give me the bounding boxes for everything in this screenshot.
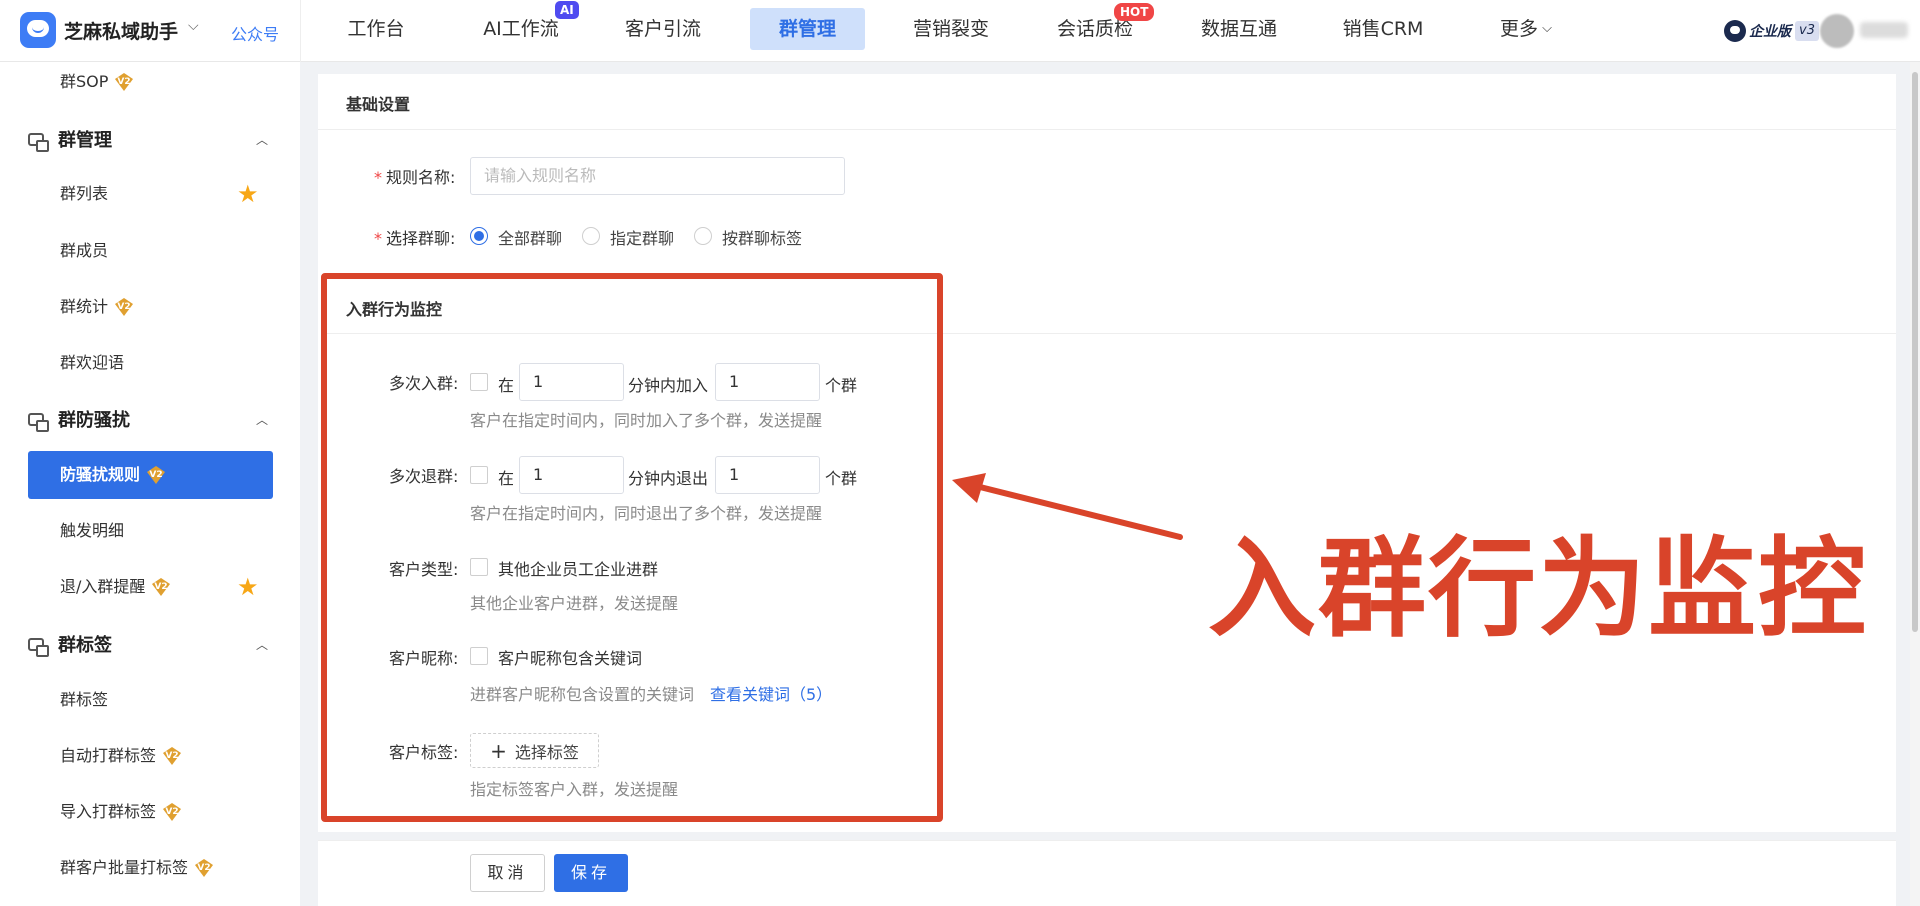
app-name[interactable]: 芝麻私域助手 [64, 17, 178, 44]
group-select-label: * 选择群聊: [374, 225, 455, 249]
sidebar-item-anti-harassment-rules[interactable]: 防骚扰规则 V2 [60, 463, 166, 487]
chevron-down-icon[interactable]: ⌵ [1540, 8, 1554, 50]
v2-badge-icon: V2 [146, 465, 166, 485]
chevron-up-icon[interactable]: ︿ [256, 411, 268, 428]
nav-sales-crm[interactable]: 销售CRM [1340, 8, 1426, 50]
sidebar-item-import-tag[interactable]: 导入打群标签 V2 [60, 800, 182, 824]
annotation-text: 入群行为监控 [1208, 527, 1869, 652]
enterprise-version: v3 [1795, 21, 1819, 41]
section-label: 群管理 [58, 130, 112, 151]
sidebar-item-label: 防骚扰规则 [60, 465, 141, 484]
sidebar-item-batch-tag[interactable]: 群客户批量打标签 V2 [60, 856, 214, 880]
required-marker: * [374, 229, 382, 248]
v2-badge-icon: V2 [114, 72, 134, 92]
radio-label-specific-groups[interactable]: 指定群聊 [610, 225, 674, 249]
star-icon[interactable]: ★ [237, 575, 259, 599]
sidebar-item-label: 群客户批量打标签 [60, 858, 189, 877]
tag-chat-icon [28, 637, 49, 657]
label-text: 选择群聊: [386, 229, 456, 248]
svg-text:V2: V2 [165, 751, 178, 761]
sidebar-item-auto-tag[interactable]: 自动打群标签 V2 [60, 744, 182, 768]
nav-more[interactable]: 更多 [1496, 8, 1542, 50]
v2-badge-icon: V2 [151, 577, 171, 597]
sidebar-item-group-members[interactable]: 群成员 [60, 239, 108, 263]
sidebar-item-label: 触发明细 [60, 521, 125, 540]
section-label: 群标签 [58, 635, 112, 656]
avatar[interactable] [1820, 14, 1854, 48]
nav-marketing-fission[interactable]: 营销裂变 [908, 8, 994, 50]
svg-text:V2: V2 [197, 863, 210, 873]
enterprise-logo-icon [1724, 20, 1746, 42]
v2-badge-icon: V2 [162, 802, 182, 822]
scrollbar[interactable] [1910, 62, 1920, 906]
v2-badge-icon: V2 [114, 297, 134, 317]
ai-badge: AI [555, 1, 579, 19]
required-marker: * [374, 168, 382, 187]
sidebar-item-group-welcome[interactable]: 群欢迎语 [60, 351, 124, 375]
enterprise-badge[interactable]: 企业版 v3 [1724, 19, 1819, 43]
app-logo-icon[interactable] [20, 12, 56, 48]
sidebar-item-label: 群成员 [60, 241, 109, 260]
radio-label-all-groups[interactable]: 全部群聊 [498, 225, 562, 249]
star-icon[interactable]: ★ [237, 182, 259, 206]
sidebar-item-group-tags[interactable]: 群标签 [60, 688, 108, 712]
nav-data-sync[interactable]: 数据互通 [1196, 8, 1282, 50]
divider [300, 0, 301, 62]
chat-icon [28, 132, 49, 152]
sidebar-item-label: 群欢迎语 [60, 353, 125, 372]
sidebar-item-label: 群列表 [60, 184, 109, 203]
sidebar-item-group-sop[interactable]: 群SOP V2 [60, 70, 134, 94]
chevron-down-icon[interactable]: ⌵ [188, 18, 199, 34]
section-title-basic-settings: 基础设置 [346, 95, 411, 114]
sidebar-item-group-stats[interactable]: 群统计 V2 [60, 295, 134, 319]
divider [318, 129, 1896, 130]
nav-group-management[interactable]: 群管理 [750, 8, 865, 50]
label-text: 规则名称: [386, 168, 456, 187]
radio-specific-groups[interactable] [582, 227, 600, 245]
sidebar-section-group-management[interactable]: 群管理 [28, 126, 112, 152]
user-name-blurred[interactable] [1860, 22, 1908, 38]
v2-badge-icon: V2 [162, 746, 182, 766]
nav-ai-workflow[interactable]: AI工作流 [476, 8, 566, 50]
sidebar-item-label: 群标签 [60, 690, 109, 709]
sidebar-item-label: 退/入群提醒 [60, 577, 146, 596]
nav-customer-acquisition[interactable]: 客户引流 [620, 8, 706, 50]
nav-workbench[interactable]: 工作台 [336, 8, 416, 50]
section-label: 群防骚扰 [58, 410, 130, 431]
svg-text:V2: V2 [155, 582, 168, 592]
cancel-button[interactable]: 取消 [470, 854, 545, 892]
svg-text:V2: V2 [118, 77, 131, 87]
sidebar-section-group-tags[interactable]: 群标签 [28, 631, 112, 657]
gzh-link[interactable]: 公众号 [231, 21, 279, 45]
annotation-highlight-box [321, 273, 943, 822]
sidebar-section-anti-harassment[interactable]: 群防骚扰 [28, 406, 130, 432]
v2-badge-icon: V2 [194, 858, 214, 878]
annotation-arrow-icon [952, 473, 1183, 540]
radio-by-group-tag[interactable] [694, 227, 712, 245]
enterprise-label: 企业版 [1749, 24, 1791, 40]
save-button[interactable]: 保存 [554, 854, 628, 892]
chevron-up-icon[interactable]: ︿ [256, 131, 268, 148]
svg-text:V2: V2 [149, 470, 162, 480]
hot-badge: HOT [1114, 3, 1155, 21]
svg-text:V2: V2 [117, 302, 130, 312]
top-bar: 芝麻私域助手 ⌵ 公众号 工作台 AI工作流 AI 客户引流 群管理 营销裂变 … [0, 0, 1920, 62]
rule-name-label: * 规则名称: [374, 164, 455, 188]
sidebar-item-join-leave-reminder[interactable]: 退/入群提醒 V2 [60, 575, 171, 599]
sidebar-item-label: 群SOP [60, 72, 109, 91]
sidebar-item-label: 群统计 [60, 297, 109, 316]
radio-label-by-group-tag[interactable]: 按群聊标签 [722, 225, 802, 249]
sidebar-item-group-list[interactable]: 群列表 [60, 182, 108, 206]
sidebar-item-label: 导入打群标签 [60, 802, 157, 821]
sidebar-item-label: 自动打群标签 [60, 746, 157, 765]
scrollbar-thumb[interactable] [1912, 72, 1918, 632]
chevron-up-icon[interactable]: ︿ [256, 636, 268, 653]
radio-all-groups[interactable] [470, 227, 488, 245]
rule-name-input[interactable]: 请输入规则名称 [470, 157, 845, 195]
shield-chat-icon [28, 412, 49, 432]
divider [940, 333, 1896, 334]
svg-text:V2: V2 [165, 807, 178, 817]
sidebar-item-trigger-details[interactable]: 触发明细 [60, 519, 124, 543]
